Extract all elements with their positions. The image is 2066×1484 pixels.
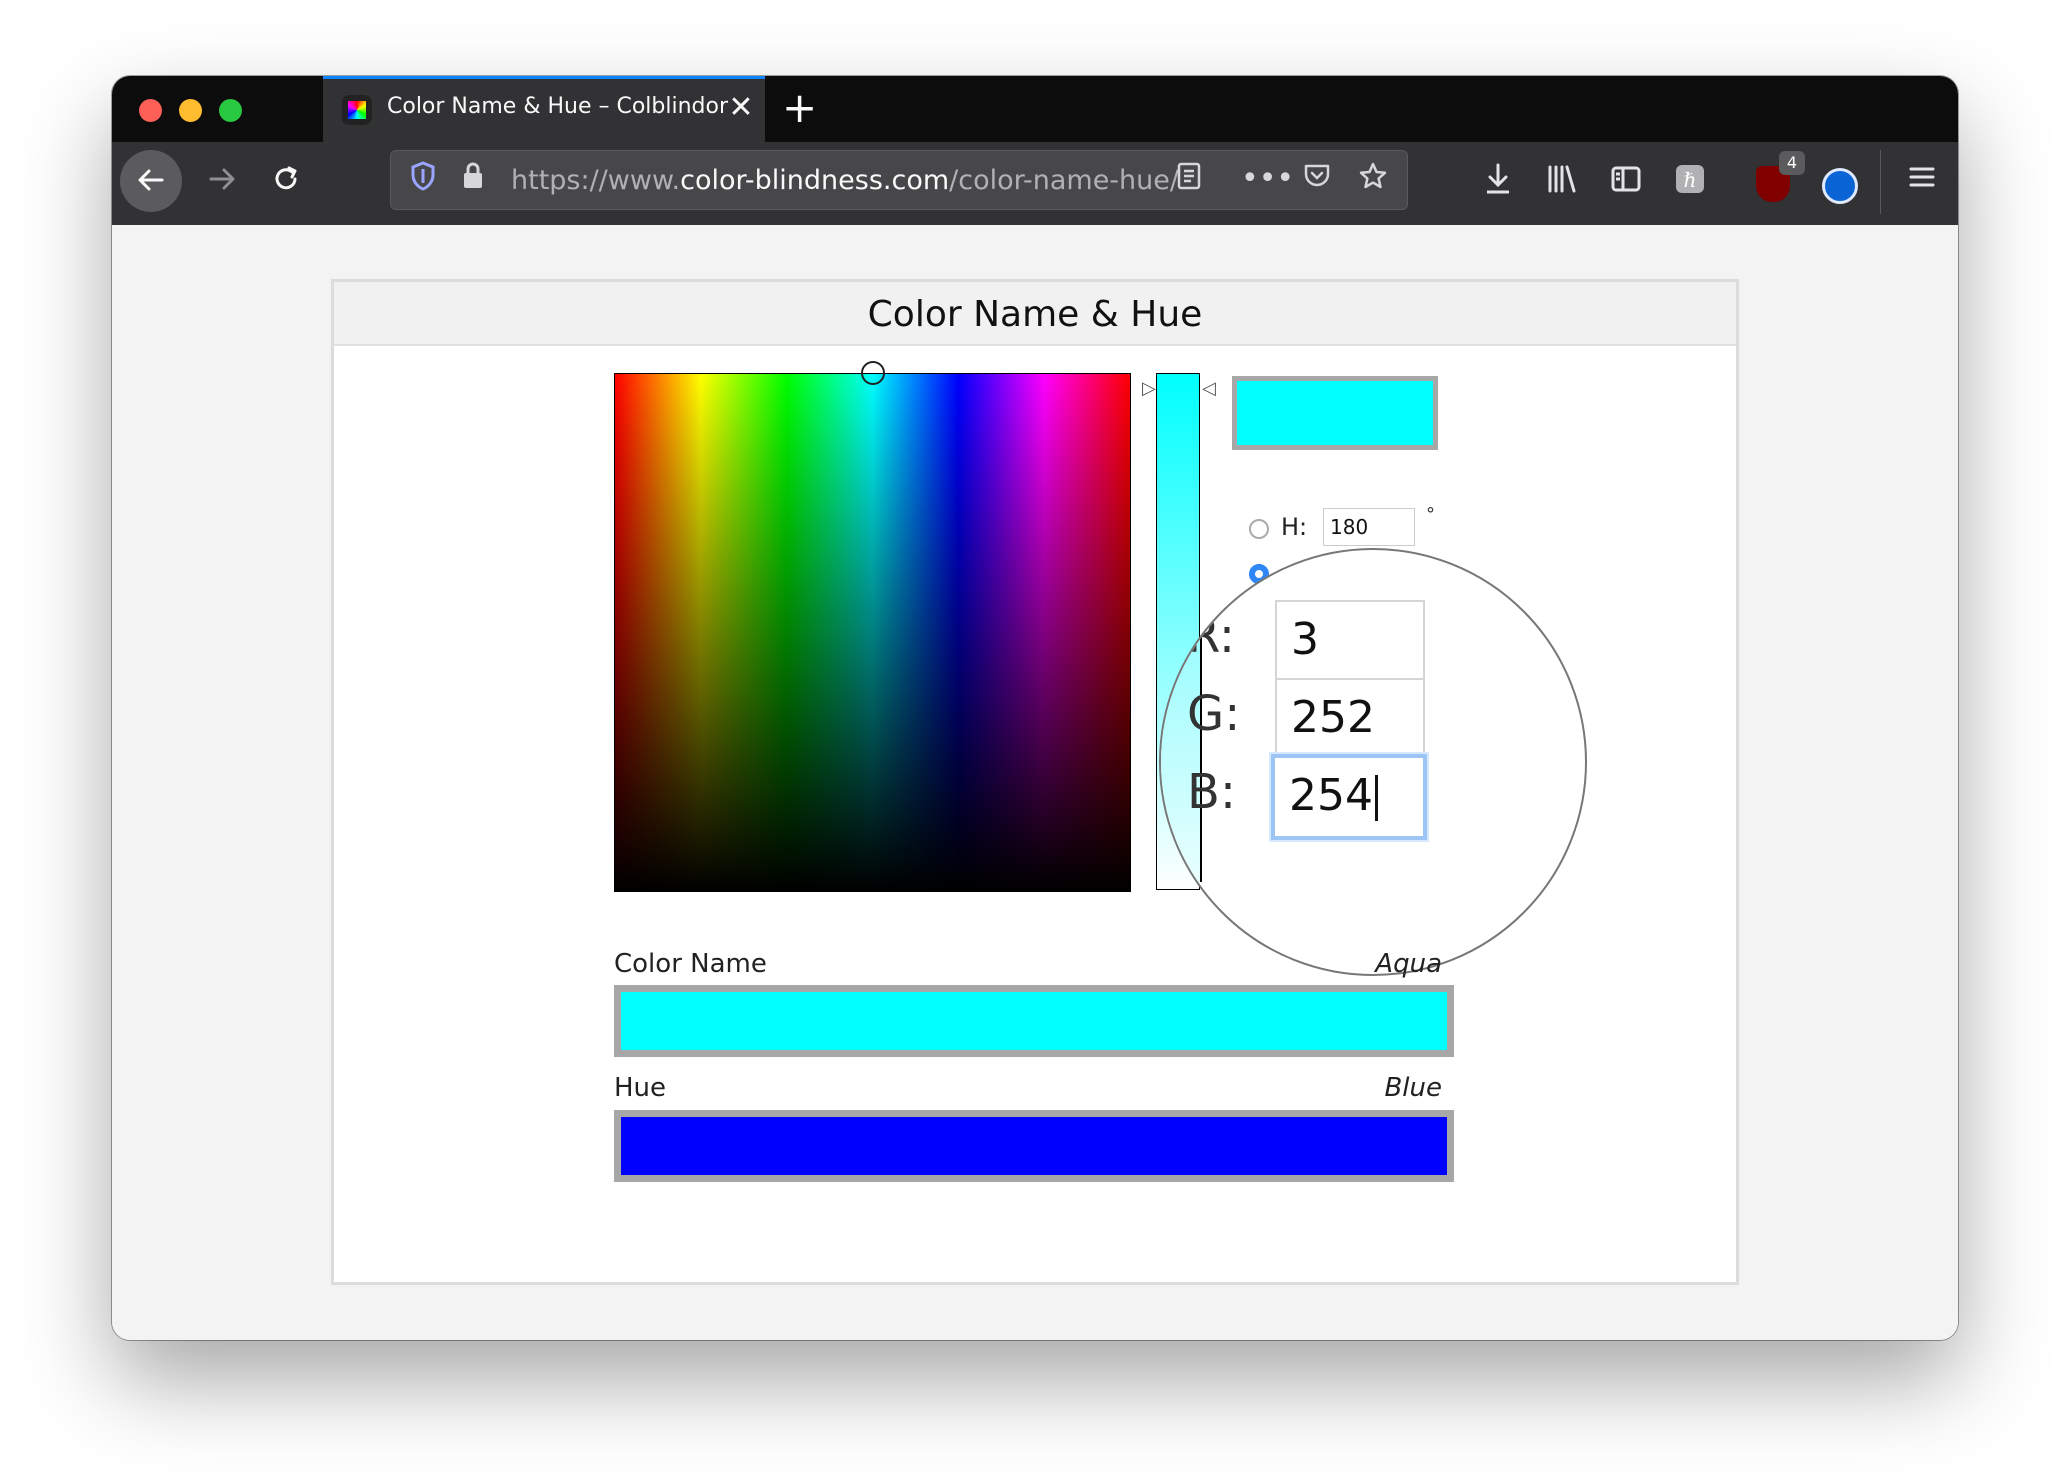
slider-arrow-right-icon: ◁ xyxy=(1202,378,1216,399)
degree-label: ° xyxy=(1426,504,1435,525)
new-tab-button[interactable]: + xyxy=(782,86,817,130)
h-input[interactable]: 180 xyxy=(1323,508,1415,546)
b-label: B: xyxy=(1187,764,1237,820)
forward-button[interactable] xyxy=(200,162,244,205)
close-window-button[interactable] xyxy=(139,99,162,122)
back-button[interactable] xyxy=(120,150,182,212)
hue-swatch xyxy=(614,1110,1454,1182)
svg-text:ℏ: ℏ xyxy=(1684,168,1697,192)
library-icon[interactable] xyxy=(1540,162,1584,207)
download-icon[interactable] xyxy=(1476,162,1520,207)
extension-icon[interactable]: ℏ xyxy=(1668,162,1712,207)
slider-arrow-left-icon: ▷ xyxy=(1142,378,1156,399)
h-label: H: xyxy=(1281,513,1308,541)
zoom-window-button[interactable] xyxy=(219,99,242,122)
page-content: Color Name & Hue ▷ ◁ H: 180 ° R: 3 G: 25… xyxy=(112,225,1958,1340)
navigation-toolbar: https://www.color-blindness.com/color-na… xyxy=(112,142,1958,225)
r-input[interactable]: 3 xyxy=(1275,600,1425,680)
color-name-value: Aqua xyxy=(1375,949,1442,979)
hue-value: Blue xyxy=(1384,1073,1442,1103)
color-tool-card: Color Name & Hue ▷ ◁ H: 180 ° R: 3 G: 25… xyxy=(331,279,1739,1285)
tab-title: Color Name & Hue – Colblindor xyxy=(387,94,729,119)
selected-color-swatch xyxy=(1232,376,1438,450)
b-input-value: 254 xyxy=(1289,770,1373,821)
sidebar-icon[interactable] xyxy=(1604,162,1648,207)
color-name-label: Color Name xyxy=(614,949,767,979)
pocket-icon[interactable] xyxy=(1297,161,1337,200)
h-radio[interactable] xyxy=(1249,519,1269,539)
saturation-brightness-picker[interactable] xyxy=(614,361,1131,892)
r-label: R: xyxy=(1187,608,1236,664)
browser-window: Color Name & Hue – Colblindor ✕ + https:… xyxy=(112,76,1958,1340)
text-caret xyxy=(1374,775,1378,821)
magnifier-overlay: R: 3 G: 252 B: 254 xyxy=(1159,548,1587,976)
more-icon[interactable]: ••• xyxy=(1241,161,1294,197)
b-input[interactable]: 254 xyxy=(1271,754,1427,840)
shield-icon[interactable] xyxy=(403,161,443,200)
color-name-swatch xyxy=(614,985,1454,1057)
card-header: Color Name & Hue xyxy=(334,282,1736,346)
address-bar[interactable]: https://www.color-blindness.com/color-na… xyxy=(390,150,1408,210)
g-label: G: xyxy=(1187,686,1241,742)
extension-badge: 4 xyxy=(1779,151,1805,175)
tab-strip: Color Name & Hue – Colblindor ✕ + xyxy=(112,76,1958,142)
hue-label: Hue xyxy=(614,1073,667,1103)
tab-close-icon[interactable]: ✕ xyxy=(727,90,755,126)
reader-view-icon[interactable] xyxy=(1169,161,1209,200)
arrow-right-icon xyxy=(209,168,235,190)
page-title: Color Name & Hue xyxy=(867,294,1203,335)
favicon-icon xyxy=(342,95,372,125)
star-icon[interactable] xyxy=(1353,161,1393,200)
url-text[interactable]: https://www.color-blindness.com/color-na… xyxy=(511,165,1179,196)
reload-button[interactable] xyxy=(264,162,308,205)
toolbar-divider xyxy=(1880,150,1881,214)
minimize-window-button[interactable] xyxy=(179,99,202,122)
picker-cursor[interactable] xyxy=(861,361,885,385)
g-input[interactable]: 252 xyxy=(1275,678,1425,758)
tab-color-name-hue[interactable]: Color Name & Hue – Colblindor ✕ xyxy=(323,76,765,142)
hamburger-menu-icon[interactable] xyxy=(1900,162,1944,203)
password-manager-icon[interactable] xyxy=(1822,168,1858,204)
lock-icon[interactable] xyxy=(453,161,493,200)
arrow-left-icon xyxy=(138,169,164,191)
reload-icon xyxy=(275,166,297,190)
